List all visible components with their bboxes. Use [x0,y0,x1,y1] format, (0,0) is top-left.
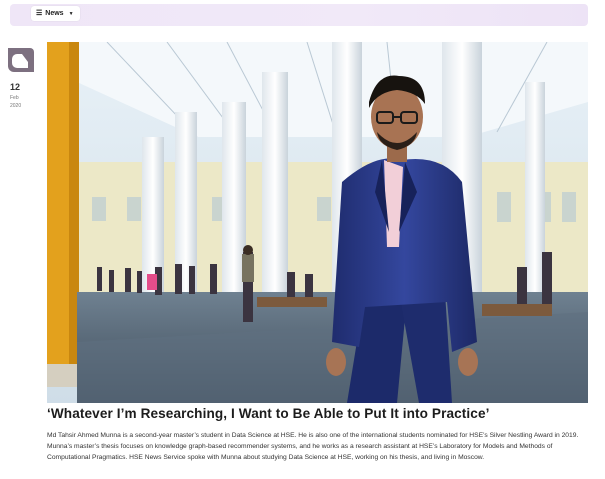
article-title[interactable]: ‘Whatever I’m Researching, I Want to Be … [47,406,592,421]
top-nav-bar [10,4,588,26]
article-photo[interactable] [47,42,588,403]
hse-logo-icon[interactable] [4,44,36,76]
article-lead: Md Tahsir Ahmed Munna is a second-year m… [47,432,579,461]
post-date-day: 12 [10,82,21,92]
news-tab-label: News [45,10,64,17]
chevron-down-icon: ▼ [68,10,74,17]
menu-icon: ☰ [36,10,43,17]
post-date-month: Feb [10,95,19,101]
news-tab[interactable]: ☰ News ▼ [31,6,80,21]
post-date-year: 2020 [10,103,22,109]
